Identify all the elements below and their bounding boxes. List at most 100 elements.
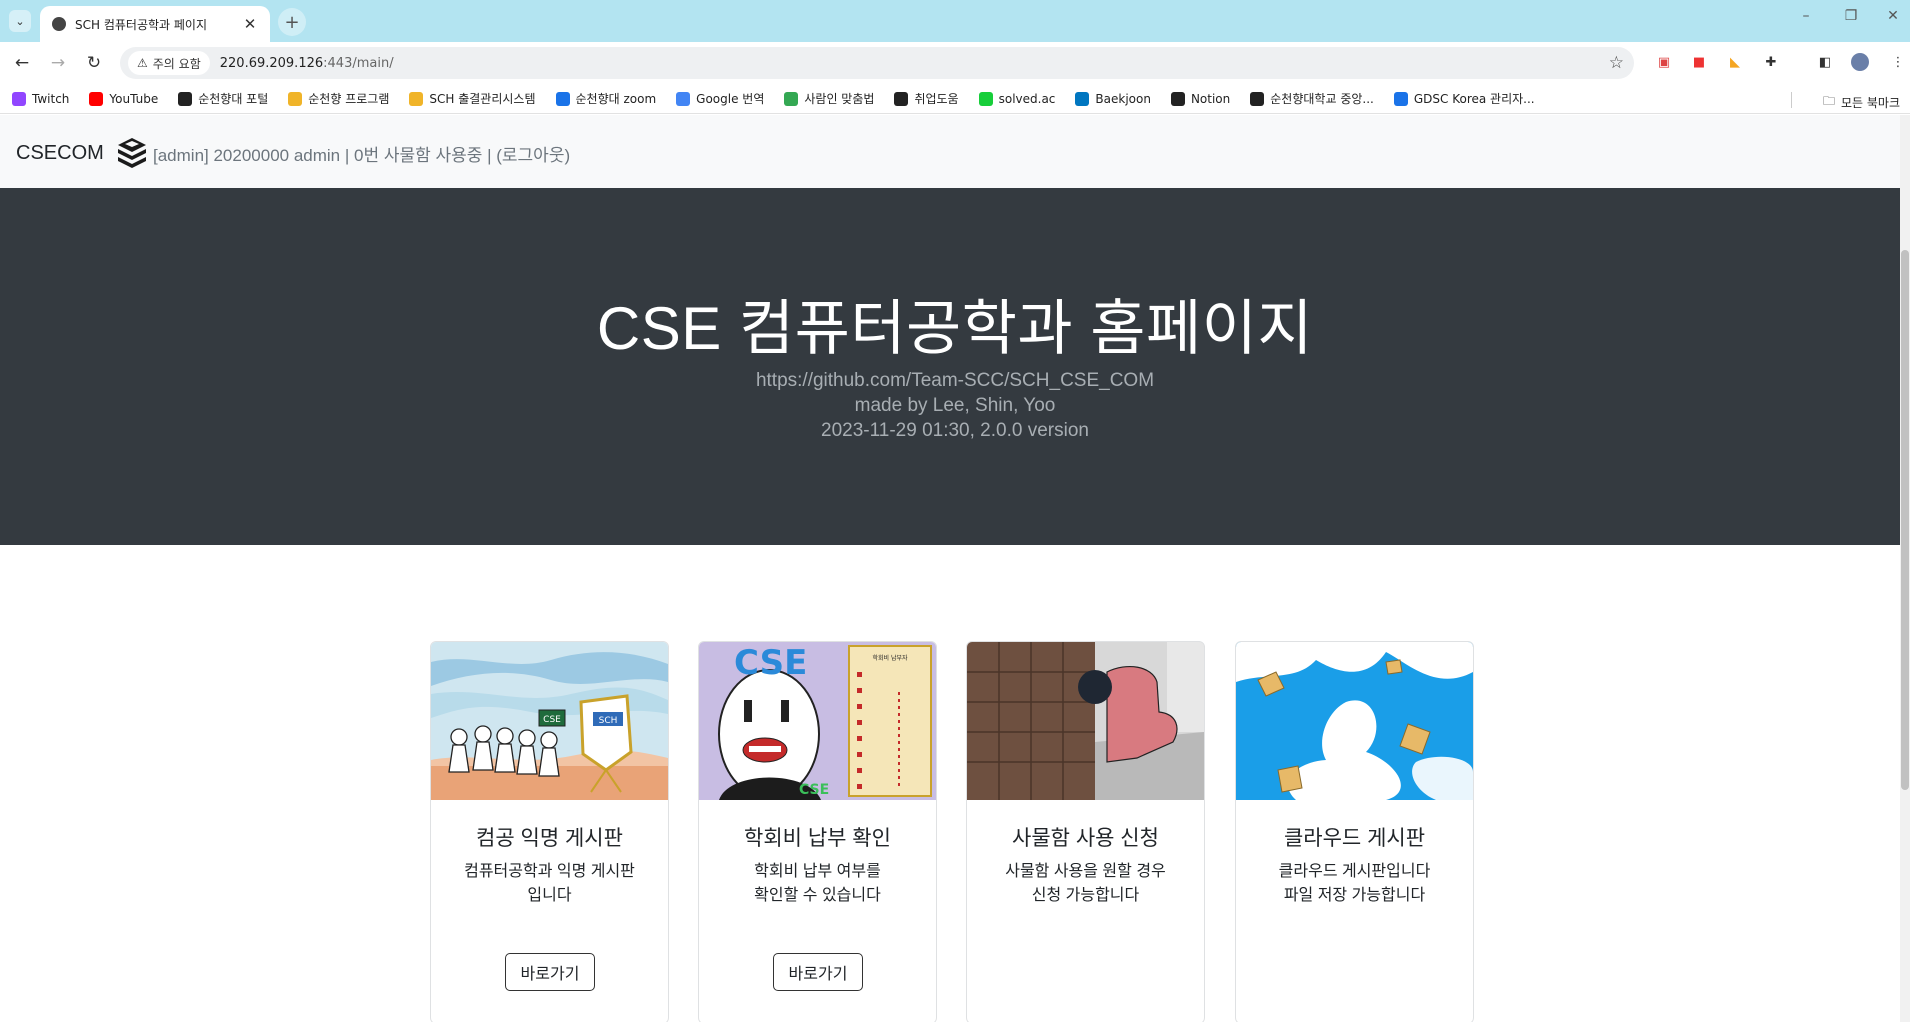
gdsc-icon: [1393, 91, 1408, 106]
bookmark-item[interactable]: 순천향대 포털: [178, 90, 268, 107]
scrollbar-thumb[interactable]: [1901, 250, 1909, 790]
tab-title: SCH 컴퓨터공학과 페이지: [75, 17, 208, 32]
bookmark-label: 사람인 맞춤법: [804, 92, 875, 106]
site-navbar: CSECOM [admin] 20200000 admin | 0번 사물함 사…: [0, 115, 1910, 188]
bookmark-label: GDSC Korea 관리자...: [1413, 92, 1535, 106]
bookmark-label: YouTube: [109, 91, 159, 106]
bookmark-item[interactable]: 순천향대 zoom: [555, 90, 656, 107]
card-text-line: 확인할 수 있습니다: [754, 887, 881, 904]
bookmarks-separator: [1791, 92, 1792, 108]
close-icon[interactable]: ✕: [242, 15, 258, 33]
bookmarks-bar: Twitch YouTube 순천향대 포털 순천향 프로그램 SCH 출결관리시스템 순…: [0, 84, 1910, 114]
bookmark-label: Twitch: [32, 91, 70, 106]
card-anonymous-board: CSE SCH 컴공 익명 게시판 컴퓨터공학과 익명 게시판 입니다 바로가기: [430, 641, 669, 1022]
card-description: 사물함 사용을 원할 경우 신청 가능합니다: [967, 860, 1204, 908]
bookmark-item[interactable]: 순천향 프로그램: [288, 90, 389, 107]
bookmark-item[interactable]: 순천향대학교 중앙...: [1250, 90, 1374, 107]
card-text-line: 사물함 사용을 원할 경우: [1005, 863, 1166, 880]
browser-tab-strip: ⌄ SCH 컴퓨터공학과 페이지 ✕ + – ❐ ✕: [0, 0, 1910, 42]
back-button[interactable]: ←: [10, 51, 34, 75]
bookmark-label: solved.ac: [998, 91, 1056, 106]
reload-icon: ↻: [86, 53, 102, 73]
card-title: 학회비 납부 확인: [744, 827, 891, 850]
bookmark-item[interactable]: solved.ac: [978, 91, 1056, 106]
card-cloud-board-image: [1236, 642, 1473, 800]
extension-orange-icon[interactable]: ◣: [1726, 53, 1744, 71]
browser-tab[interactable]: SCH 컴퓨터공학과 페이지 ✕: [40, 6, 270, 42]
card-text-line: 신청 가능합니다: [1031, 887, 1140, 904]
bookmark-label: 취업도움: [914, 92, 959, 106]
bookmark-item[interactable]: Baekjoon: [1075, 91, 1151, 106]
card2-shirt-text: CSE: [799, 782, 829, 798]
user-status[interactable]: [admin] 20200000 admin | 0번 사물함 사용중 | (로…: [153, 141, 570, 166]
youtube-icon: [89, 91, 104, 106]
page-scrollbar[interactable]: [1900, 115, 1910, 1022]
hero-credits: made by Lee, Shin, Yoo: [854, 395, 1056, 416]
side-panel-icon[interactable]: ◧: [1816, 53, 1834, 71]
bookmark-label: SCH 출결관리시스템: [429, 92, 536, 106]
card-title: 사물함 사용 신청: [1012, 827, 1159, 850]
forward-button[interactable]: →: [46, 51, 70, 75]
profile-avatar[interactable]: [1851, 53, 1869, 71]
bookmark-label: Google 번역: [696, 92, 765, 106]
goto-fee-check-button[interactable]: 바로가기: [773, 953, 863, 991]
url-path: :443/main/: [323, 55, 394, 71]
bookmark-item[interactable]: Notion: [1170, 91, 1231, 106]
sch-icon: [555, 91, 570, 106]
bookmark-item[interactable]: SCH 출결관리시스템: [409, 90, 536, 107]
new-tab-button[interactable]: +: [278, 8, 306, 36]
card-title: 클라우드 게시판: [1283, 827, 1426, 850]
card-text-line: 학회비 납부 여부를: [754, 863, 881, 880]
globe-icon: [1250, 91, 1265, 106]
window-close-button[interactable]: ✕: [1873, 8, 1910, 24]
hero-title: CSE 컴퓨터공학과 홈페이지: [596, 295, 1314, 362]
bookmark-label: 순천향대 포털: [198, 92, 269, 106]
warning-icon: ⚠: [137, 56, 148, 70]
bookmark-item[interactable]: 취업도움: [894, 90, 959, 107]
goto-anonymous-board-button[interactable]: 바로가기: [505, 953, 595, 991]
card1-sign-text: CSE: [543, 715, 561, 725]
extension-red-icon[interactable]: ■: [1690, 53, 1708, 71]
security-label: 주의 요함: [152, 56, 201, 71]
star-icon[interactable]: ☆: [1609, 53, 1624, 73]
card-fee-check: CSE CSE 학회비 납부자 학회비 납부 확인 학회비 납부 여부를 확인할…: [698, 641, 937, 1022]
card2-logo-text: CSE: [734, 643, 807, 683]
card-description: 학회비 납부 여부를 확인할 수 있습니다: [699, 860, 936, 908]
card1-banner-text: SCH: [599, 716, 618, 726]
minimize-button[interactable]: –: [1786, 8, 1826, 24]
layers-logo-icon: [118, 138, 146, 168]
browser-toolbar: ← → ↻ ⚠ 주의 요함 220.69.209.126:443/main/ ☆…: [0, 42, 1910, 84]
all-bookmarks-button[interactable]: 🗀 모든 북마크: [1823, 92, 1900, 113]
card2-list-title: 학회비 납부자: [872, 654, 908, 662]
puzzle-icon[interactable]: ✚: [1762, 53, 1780, 71]
tab-search-button[interactable]: ⌄: [9, 10, 31, 32]
crown-icon: [288, 91, 303, 106]
site-brand[interactable]: CSECOM: [16, 142, 104, 165]
bookmark-item[interactable]: Twitch: [12, 91, 70, 106]
globe-icon: [52, 17, 66, 31]
bookmark-item[interactable]: 사람인 맞춤법: [784, 90, 874, 107]
cast-icon[interactable]: ▣: [1655, 53, 1673, 71]
card-cloud-board: 클라우드 게시판 클라우드 게시판입니다 파일 저장 가능합니다: [1235, 641, 1474, 1022]
reload-button[interactable]: ↻: [82, 51, 106, 75]
card-text-line: 컴퓨터공학과 익명 게시판: [464, 863, 635, 880]
menu-icon[interactable]: ⋮: [1889, 53, 1907, 71]
bookmark-label: Notion: [1190, 91, 1231, 106]
card-locker-apply-image: [967, 642, 1204, 800]
card-description: 클라우드 게시판입니다 파일 저장 가능합니다: [1236, 860, 1473, 908]
address-bar[interactable]: ⚠ 주의 요함 220.69.209.126:443/main/ ☆: [120, 47, 1634, 79]
security-chip[interactable]: ⚠ 주의 요함: [128, 51, 210, 75]
globe-icon: [894, 91, 909, 106]
card-description: 컴퓨터공학과 익명 게시판 입니다: [431, 860, 668, 908]
arrow-right-icon: →: [50, 53, 66, 73]
bookmark-item[interactable]: YouTube: [89, 91, 159, 106]
all-bookmarks-label: 모든 북마크: [1840, 96, 1900, 110]
notion-icon: [1170, 91, 1185, 106]
bookmark-item[interactable]: Google 번역: [676, 90, 764, 107]
bookmark-item[interactable]: GDSC Korea 관리자...: [1393, 90, 1535, 107]
globe-icon: [178, 91, 193, 106]
restore-button[interactable]: ❐: [1831, 8, 1871, 24]
card-fee-check-image: CSE CSE 학회비 납부자: [699, 642, 936, 800]
hero-repo-link[interactable]: https://github.com/Team-SCC/SCH_CSE_COM: [0, 370, 1910, 392]
plus-icon: +: [284, 11, 300, 33]
